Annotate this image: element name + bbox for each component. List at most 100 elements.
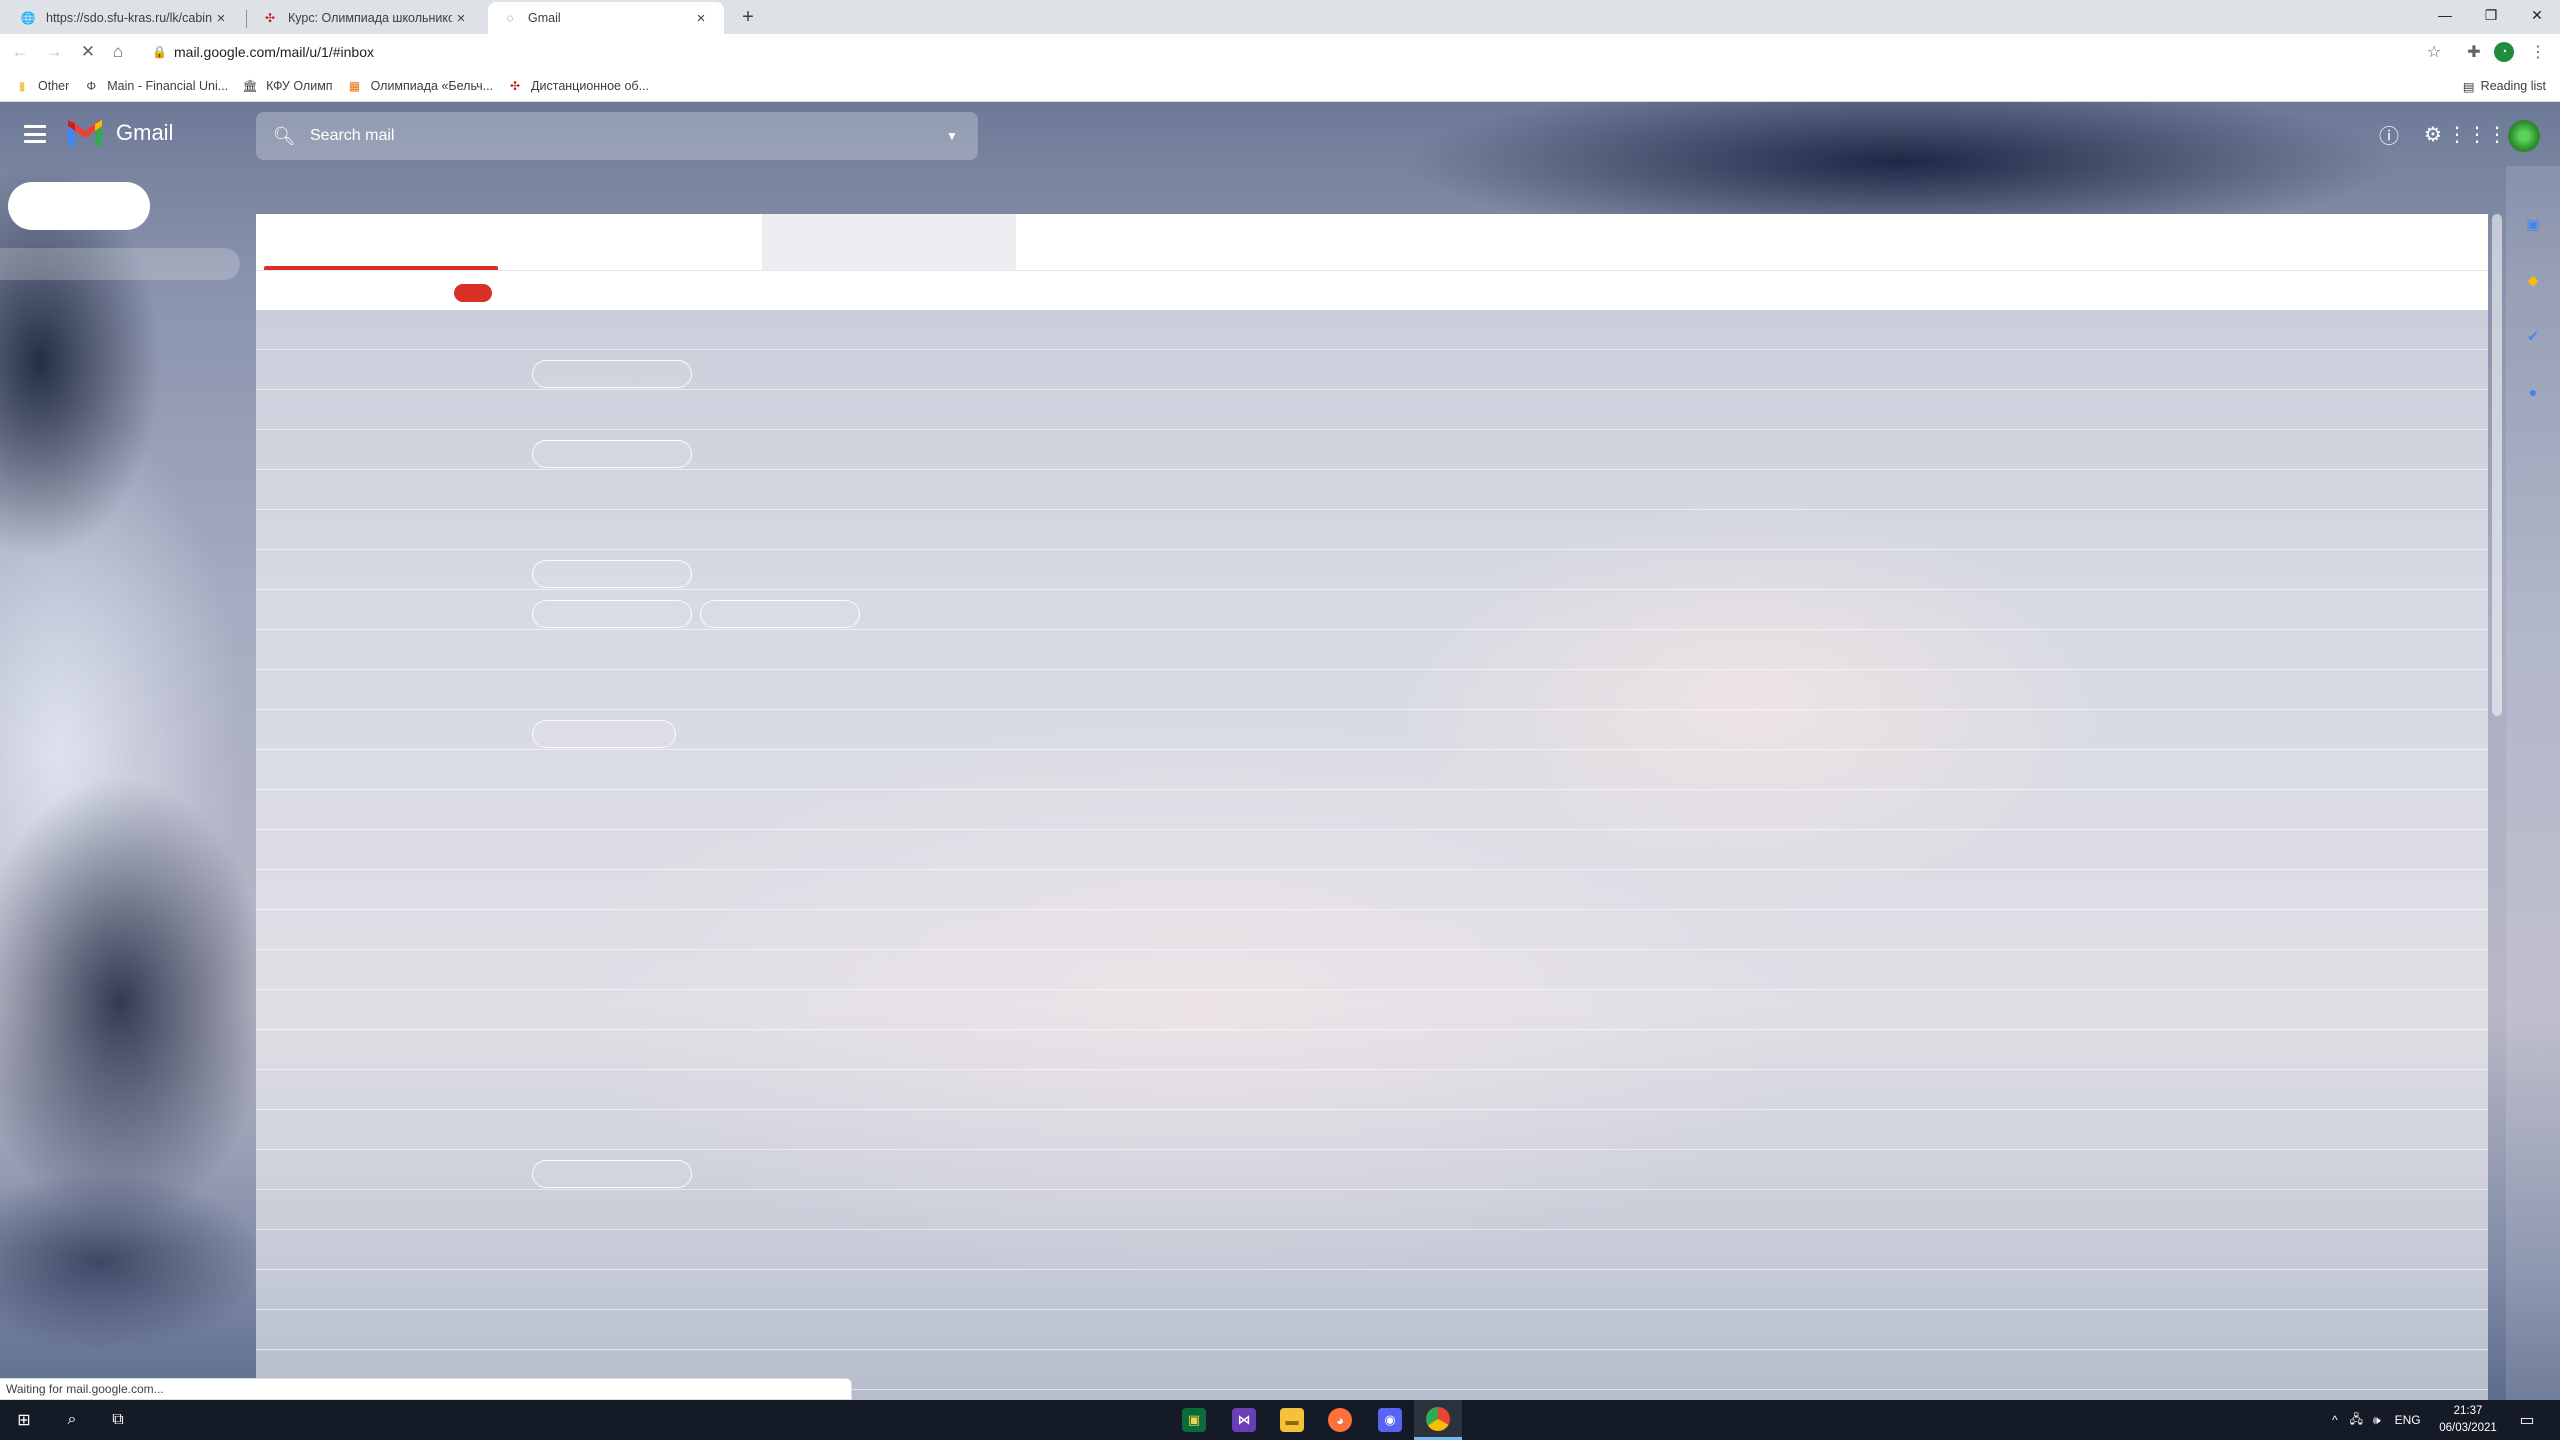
notifications-icon[interactable]: ▭ (2516, 1409, 2538, 1431)
close-tab-icon[interactable]: × (212, 9, 230, 27)
attachment-chip-placeholder[interactable] (532, 1160, 692, 1188)
bookmark-item[interactable]: ▮ Other (14, 78, 70, 94)
restore-button[interactable]: ❐ (2468, 0, 2514, 30)
network-icon[interactable]: 🖧 (2350, 1410, 2363, 1431)
close-tab-icon[interactable]: × (452, 9, 470, 27)
mail-row-placeholder[interactable] (256, 310, 2488, 350)
attachment-chip-placeholder[interactable] (532, 360, 692, 388)
reading-list-button[interactable]: ▤ Reading list (2463, 70, 2546, 102)
contacts-icon[interactable]: ● (2523, 382, 2543, 402)
close-tab-icon[interactable]: × (692, 9, 710, 27)
mail-row-placeholder[interactable] (256, 590, 2488, 630)
address-bar[interactable]: 🔒 mail.google.com/mail/u/1/#inbox (142, 37, 2367, 67)
attachment-chip-placeholder[interactable] (532, 720, 676, 748)
bookmark-item[interactable]: 🏛 КФУ Олимп (242, 78, 333, 94)
home-button[interactable]: ⌂ (106, 40, 130, 64)
back-button[interactable]: ← (8, 40, 32, 64)
discord-icon: ◉ (1378, 1408, 1402, 1432)
stop-loading-button[interactable]: ✕ (76, 40, 100, 64)
mail-row-placeholder[interactable] (256, 430, 2488, 470)
clock[interactable]: 21:37 06/03/2021 (2432, 1403, 2504, 1437)
bookmark-item[interactable]: ✣ Дистанционное об... (507, 78, 649, 94)
bookmark-item[interactable]: ▦ Олимпиада «Бельч... (347, 78, 493, 94)
mail-row-placeholder[interactable] (256, 1030, 2488, 1070)
profile-button[interactable]: ◔ (2492, 40, 2516, 64)
windows-start-icon[interactable]: ⊞ (12, 1408, 36, 1432)
mail-row-placeholder[interactable] (256, 830, 2488, 870)
help-icon[interactable]: ⓘ (2376, 121, 2402, 148)
taskbar-app[interactable]: ◉ (1366, 1400, 1414, 1440)
mail-row-placeholder[interactable] (256, 950, 2488, 990)
scroll-thumb[interactable] (2492, 214, 2502, 716)
mail-row-placeholder[interactable] (256, 1070, 2488, 1110)
bookmark-star-icon[interactable]: ☆ (2422, 40, 2446, 64)
mail-row-placeholder[interactable] (256, 910, 2488, 950)
volume-icon[interactable]: 🕪 (2373, 1413, 2381, 1428)
mail-row-placeholder[interactable] (256, 1190, 2488, 1230)
new-tab-button[interactable]: + (736, 5, 760, 29)
browser-tab[interactable]: 🌐 https://sdo.sfu-kras.ru/lk/cabinet × (6, 2, 244, 34)
mail-row-placeholder[interactable] (256, 510, 2488, 550)
mail-row-placeholder[interactable] (256, 710, 2488, 750)
reading-list-label: Reading list (2480, 79, 2546, 93)
browser-menu-icon[interactable]: ⋮ (2526, 40, 2550, 64)
mail-row-placeholder[interactable] (256, 750, 2488, 790)
extensions-icon[interactable]: ✚ (2462, 40, 2486, 64)
forward-button[interactable]: → (42, 40, 66, 64)
compose-button[interactable] (8, 182, 150, 230)
minimize-button[interactable]: — (2422, 0, 2468, 30)
bookmark-item[interactable]: Φ Main - Financial Uni... (83, 78, 228, 94)
browser-tab-active[interactable]: ◌ Gmail × (488, 2, 724, 34)
taskbar-app[interactable]: ▣ (1170, 1400, 1218, 1440)
mail-row-placeholder[interactable] (256, 550, 2488, 590)
search-options-icon[interactable]: ▼ (940, 124, 964, 148)
taskbar-app[interactable]: ⋈ (1220, 1400, 1268, 1440)
sfu-logo-icon: ✣ (264, 11, 276, 25)
search-icon[interactable]: ⌕ (60, 1408, 84, 1432)
mail-row-placeholder[interactable] (256, 1230, 2488, 1270)
mail-row-placeholder[interactable] (256, 1270, 2488, 1310)
attachment-chip-placeholder[interactable] (700, 600, 860, 628)
attachment-chip-placeholder[interactable] (532, 560, 692, 588)
mail-row-placeholder[interactable] (256, 1150, 2488, 1190)
mail-rows (256, 310, 2488, 1390)
task-view-icon[interactable]: ⧉ (106, 1408, 130, 1432)
url-text[interactable]: mail.google.com/mail/u/1/#inbox (174, 44, 374, 60)
fa-logo-icon: Φ (86, 78, 97, 93)
main-menu-button[interactable] (22, 122, 48, 146)
apps-grid-icon[interactable]: ⋮⋮⋮ (2447, 121, 2507, 147)
bookmark-label: КФУ Олимп (266, 78, 333, 93)
tray-expand-icon[interactable]: ^ (2332, 1413, 2338, 1427)
gmail-logo-icon[interactable] (66, 120, 104, 148)
bookmark-label: Дистанционное об... (531, 78, 649, 93)
tasks-icon[interactable]: ✔ (2523, 326, 2543, 346)
taskbar-app[interactable]: ▬ (1268, 1400, 1316, 1440)
close-window-button[interactable]: ✕ (2514, 0, 2560, 30)
mail-row-placeholder[interactable] (256, 630, 2488, 670)
mail-row-placeholder[interactable] (256, 990, 2488, 1030)
calendar-icon[interactable]: ▣ (2523, 214, 2543, 234)
taskbar-app[interactable]: ◕ (1316, 1400, 1364, 1440)
mail-row-placeholder[interactable] (256, 1110, 2488, 1150)
mail-row-placeholder[interactable] (256, 670, 2488, 710)
sidebar-item-inbox[interactable] (0, 248, 240, 280)
settings-gear-icon[interactable]: ⚙ (2420, 121, 2446, 147)
search-input[interactable] (310, 127, 940, 145)
attachment-chip-placeholder[interactable] (532, 440, 692, 468)
browser-tab[interactable]: ✣ Курс: Олимпиада школьников « × (248, 2, 484, 34)
mail-row-placeholder[interactable] (256, 350, 2488, 390)
keep-icon[interactable]: ◆ (2523, 270, 2543, 290)
language-indicator[interactable]: ENG (2395, 1413, 2421, 1427)
tab-strip: 🌐 https://sdo.sfu-kras.ru/lk/cabinet × ✣… (0, 0, 2560, 34)
account-avatar[interactable] (2508, 120, 2540, 152)
search-icon[interactable]: 🔍︎ (272, 124, 296, 148)
mail-row-placeholder[interactable] (256, 390, 2488, 430)
taskbar-app-active[interactable] (1414, 1400, 1462, 1440)
mail-row-placeholder[interactable] (256, 790, 2488, 830)
mail-row-placeholder[interactable] (256, 1310, 2488, 1350)
attachment-chip-placeholder[interactable] (532, 600, 692, 628)
mail-row-placeholder[interactable] (256, 870, 2488, 910)
scrollbar[interactable] (2492, 214, 2502, 1400)
mail-row-placeholder[interactable] (256, 470, 2488, 510)
tab-social[interactable] (762, 214, 1016, 270)
